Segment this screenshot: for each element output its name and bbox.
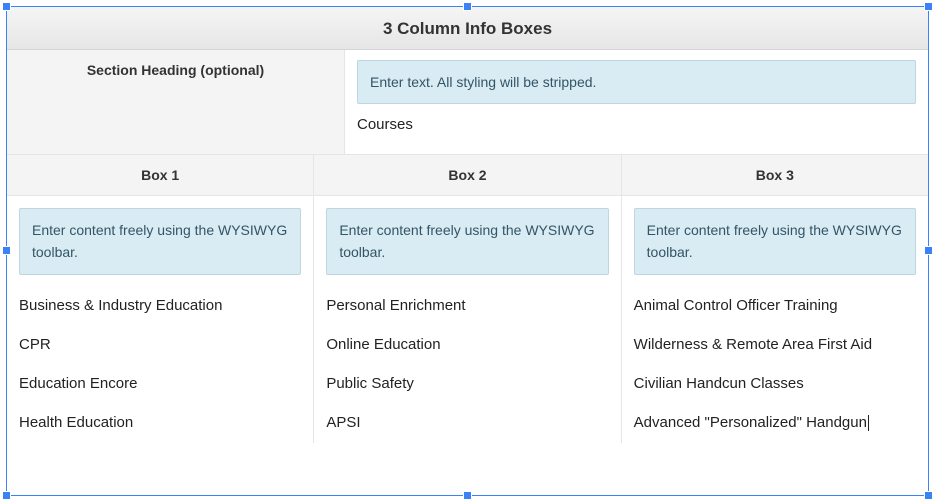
column-head-2: Box 2	[314, 155, 621, 195]
box-1-editor[interactable]: Enter content freely using the WYSIWYG t…	[7, 196, 314, 443]
list-item[interactable]: APSI	[326, 404, 608, 443]
list-item[interactable]: Animal Control Officer Training	[634, 287, 916, 326]
section-heading-value[interactable]: Courses	[357, 116, 916, 139]
box-2-editor[interactable]: Enter content freely using the WYSIWYG t…	[314, 196, 621, 443]
column-head-1: Box 1	[7, 155, 314, 195]
text-cursor	[868, 415, 869, 431]
list-item[interactable]: Personal Enrichment	[326, 287, 608, 326]
box-3-editor[interactable]: Enter content freely using the WYSIWYG t…	[622, 196, 928, 443]
list-item-text: Advanced "Personalized" Handgun	[634, 414, 867, 431]
list-item[interactable]: Civilian Handcun Classes	[634, 365, 916, 404]
resize-handle-bottom-right[interactable]	[924, 491, 933, 500]
resize-handle-middle-right[interactable]	[924, 246, 933, 255]
box-1-hint: Enter content freely using the WYSIWYG t…	[19, 208, 301, 275]
box-3-hint: Enter content freely using the WYSIWYG t…	[634, 208, 916, 275]
panel-title: 3 Column Info Boxes	[7, 7, 928, 50]
column-head-3: Box 3	[622, 155, 928, 195]
resize-handle-bottom-left[interactable]	[2, 491, 11, 500]
resize-handle-bottom-center[interactable]	[463, 491, 472, 500]
list-item[interactable]: Health Education	[19, 404, 301, 443]
resize-handle-top-center[interactable]	[463, 2, 472, 11]
section-heading-label: Section Heading (optional)	[7, 50, 345, 154]
columns-header-row: Box 1 Box 2 Box 3	[7, 155, 928, 196]
list-item[interactable]: CPR	[19, 326, 301, 365]
columns-body: Enter content freely using the WYSIWYG t…	[7, 196, 928, 443]
list-item[interactable]: Public Safety	[326, 365, 608, 404]
box-2-hint: Enter content freely using the WYSIWYG t…	[326, 208, 608, 275]
resize-handle-middle-left[interactable]	[2, 246, 11, 255]
section-heading-row: Section Heading (optional) Enter text. A…	[7, 50, 928, 155]
list-item[interactable]: Online Education	[326, 326, 608, 365]
list-item[interactable]: Advanced "Personalized" Handgun	[634, 404, 916, 443]
resize-handle-top-right[interactable]	[924, 2, 933, 11]
resize-handle-top-left[interactable]	[2, 2, 11, 11]
section-heading-hint: Enter text. All styling will be stripped…	[357, 60, 916, 104]
list-item[interactable]: Business & Industry Education	[19, 287, 301, 326]
list-item[interactable]: Wilderness & Remote Area First Aid	[634, 326, 916, 365]
info-boxes-panel: 3 Column Info Boxes Section Heading (opt…	[6, 6, 929, 496]
list-item[interactable]: Education Encore	[19, 365, 301, 404]
section-heading-content[interactable]: Enter text. All styling will be stripped…	[345, 50, 928, 154]
